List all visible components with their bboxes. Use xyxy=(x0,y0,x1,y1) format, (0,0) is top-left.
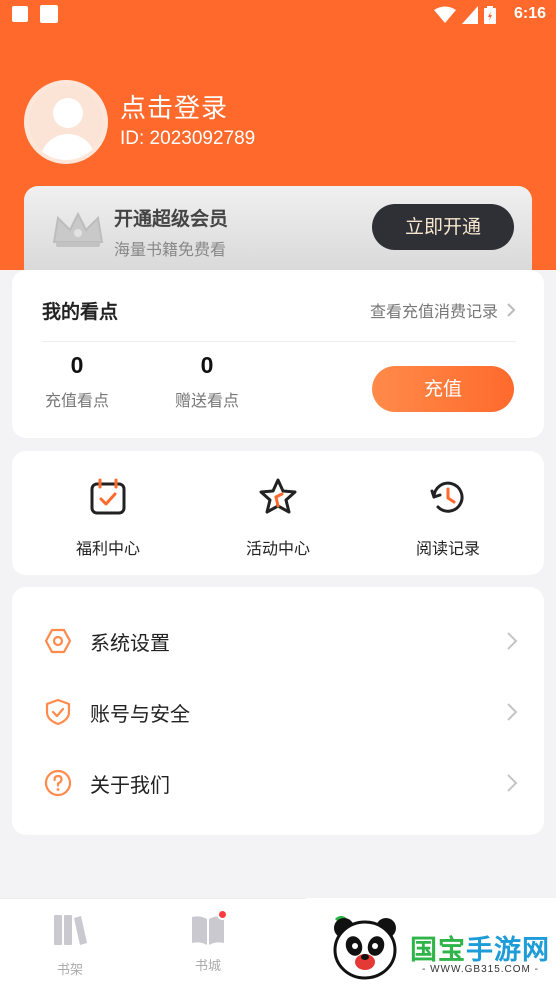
tab-bookshelf[interactable]: 书架 xyxy=(30,913,110,978)
tab-bookstore[interactable]: 书城 xyxy=(168,909,248,974)
activity-center[interactable]: 活动中心 xyxy=(208,477,348,559)
reading-history-label: 阅读记录 xyxy=(415,539,480,558)
settings-item-label: 系统设置 xyxy=(90,631,170,655)
vip-subtitle: 海量书籍免费看 xyxy=(114,240,227,259)
recharge-button[interactable]: 充值 xyxy=(372,366,514,412)
chevron-right-icon xyxy=(507,703,518,721)
hexagon-settings-icon xyxy=(44,628,72,654)
login-link[interactable]: 点击登录 xyxy=(120,88,228,125)
activity-center-label: 活动中心 xyxy=(245,539,310,558)
settings-list: 系统设置 账号与安全 关于我们 xyxy=(12,587,544,835)
tab-label: 书架 xyxy=(56,963,83,978)
chevron-right-icon xyxy=(507,303,516,317)
tab-label: 书城 xyxy=(194,959,221,974)
question-circle-icon xyxy=(44,769,72,797)
history-clock-icon xyxy=(430,481,464,513)
settings-item-label: 关于我们 xyxy=(90,773,170,797)
settings-item-label: 账号与安全 xyxy=(90,702,190,726)
chevron-right-icon xyxy=(507,774,518,792)
chevron-right-icon xyxy=(507,632,518,650)
crown-icon xyxy=(52,211,104,247)
welfare-center[interactable]: 福利中心 xyxy=(38,477,178,559)
panda-logo-icon xyxy=(333,915,397,980)
vip-title: 开通超级会员 xyxy=(114,208,229,230)
welfare-center-label: 福利中心 xyxy=(75,539,140,558)
recharged-points-label: 充值看点 xyxy=(44,391,109,410)
notification-icon xyxy=(40,5,58,23)
watermark-url: - WWW.GB315.COM - xyxy=(422,964,539,975)
gifted-points-label: 赠送看点 xyxy=(174,391,239,410)
settings-item-about[interactable]: 关于我们 xyxy=(12,747,544,817)
avatar[interactable] xyxy=(24,80,108,164)
notification-icon xyxy=(12,6,28,22)
settings-item-system[interactable]: 系统设置 xyxy=(12,605,544,675)
clock: 6:16 xyxy=(513,5,546,22)
watermark-name: 国宝手游网 xyxy=(410,935,550,966)
gifted-points-value: 0 xyxy=(200,352,214,378)
points-card: 我的看点 查看充值消费记录 0 充值看点 0 赠送看点 充值 xyxy=(12,270,544,438)
recharged-points: 0 充值看点 xyxy=(32,352,122,411)
status-bar: 6:16 xyxy=(0,0,556,30)
vip-banner[interactable]: 开通超级会员 海量书籍免费看 立即开通 xyxy=(24,186,532,282)
recharged-points-value: 0 xyxy=(70,352,84,378)
calendar-check-icon xyxy=(90,478,126,515)
records-link-label: 查看充值消费记录 xyxy=(369,302,498,321)
wifi-icon xyxy=(434,6,456,23)
vip-open-button[interactable]: 立即开通 xyxy=(372,204,514,250)
watermark: 国宝手游网 - WWW.GB315.COM - xyxy=(306,898,556,989)
notification-badge xyxy=(217,909,228,920)
records-link[interactable]: 查看充值消费记录 xyxy=(370,298,516,322)
star-icon xyxy=(259,478,297,514)
gifted-points: 0 赠送看点 xyxy=(162,352,252,411)
battery-icon xyxy=(484,6,496,24)
shield-check-icon xyxy=(45,698,71,726)
quick-actions-card: 福利中心 活动中心 阅读记录 xyxy=(12,451,544,575)
bookshelf-icon xyxy=(54,915,87,945)
user-id: ID: 2023092789 xyxy=(120,128,256,149)
points-title: 我的看点 xyxy=(42,301,119,323)
reading-history[interactable]: 阅读记录 xyxy=(378,477,518,559)
settings-item-account-security[interactable]: 账号与安全 xyxy=(12,676,544,746)
divider xyxy=(42,341,516,342)
signal-icon xyxy=(462,6,478,24)
